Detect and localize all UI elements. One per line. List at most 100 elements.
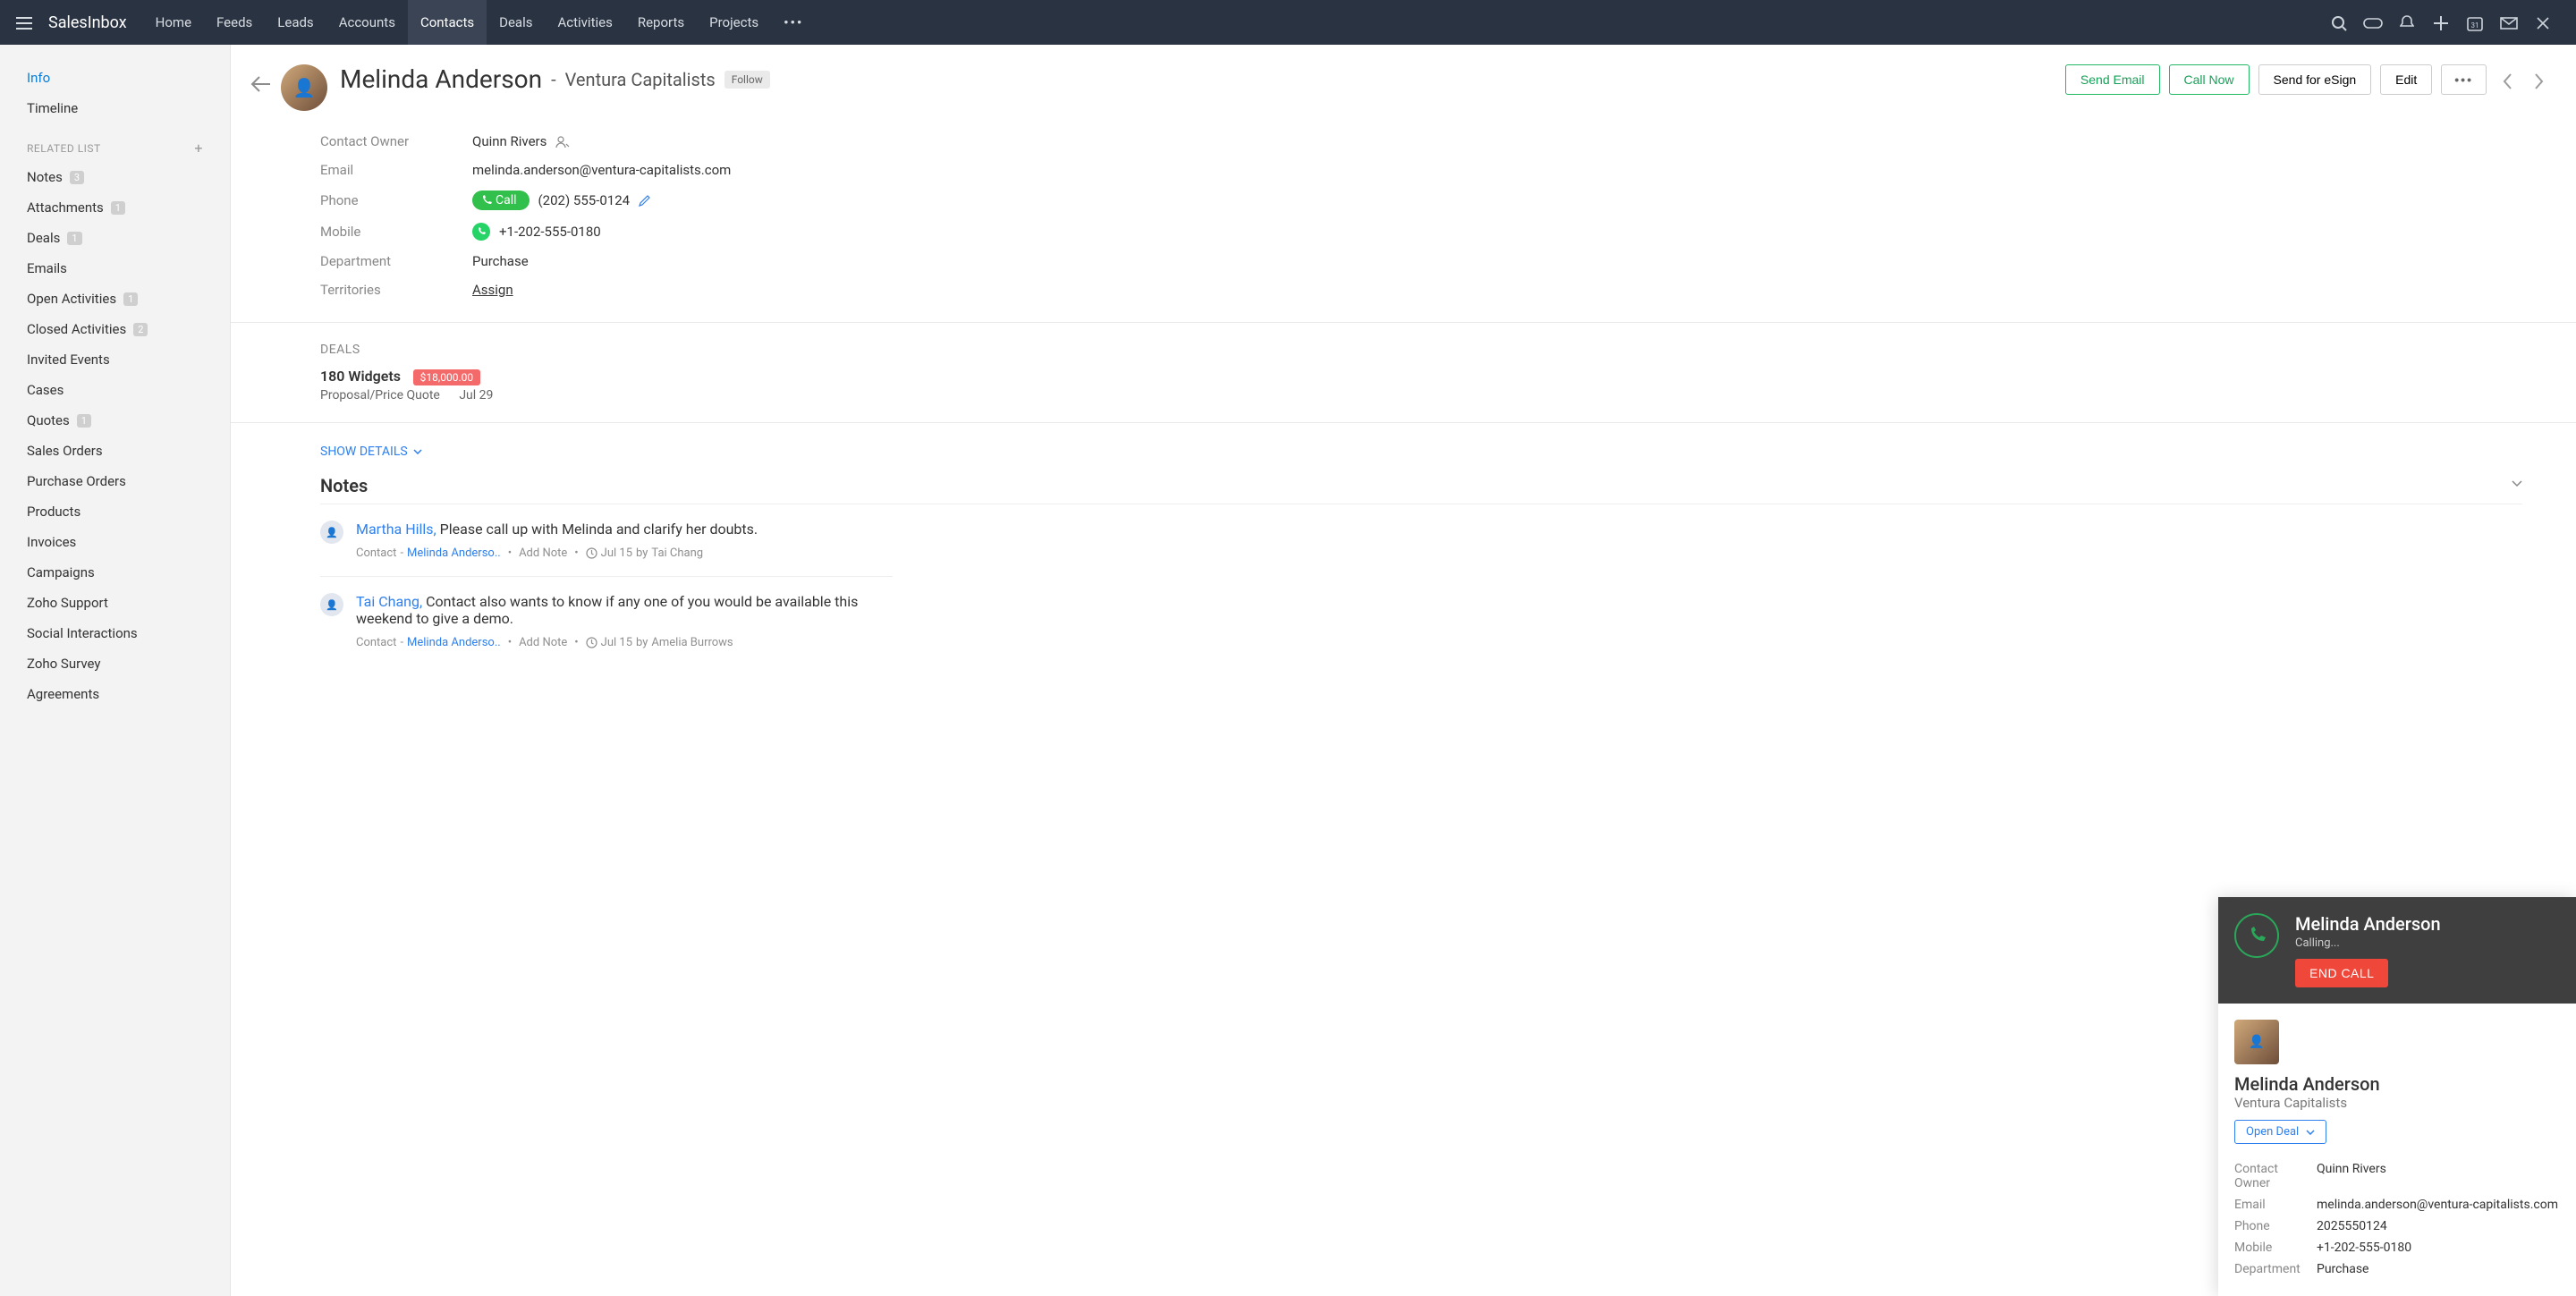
cp-val-mobile: +1-202-555-0180 (2317, 1241, 2411, 1255)
sidebar-item-invited-events[interactable]: Invited Events (0, 344, 230, 375)
more-actions-button[interactable]: ••• (2441, 64, 2487, 95)
call-contact-name: Melinda Anderson (2295, 913, 2560, 935)
sidebar-item-notes[interactable]: Notes 3 (0, 162, 230, 192)
add-note-link[interactable]: Add Note (519, 546, 567, 560)
ellipsis-icon: ••• (784, 14, 803, 30)
field-value-phone: (202) 555-0124 (538, 192, 631, 208)
cp-val-phone: 2025550124 (2317, 1219, 2387, 1233)
follow-button[interactable]: Follow (724, 71, 770, 89)
title-dash: - (551, 69, 556, 90)
sidebar-item-social-interactions[interactable]: Social Interactions (0, 618, 230, 648)
tools-icon[interactable] (2526, 13, 2560, 32)
sidebar-item-info[interactable]: Info (0, 63, 230, 93)
nav-item-activities[interactable]: Activities (545, 0, 624, 45)
nav-item-reports[interactable]: Reports (625, 0, 697, 45)
sidebar-item-zoho-support[interactable]: Zoho Support (0, 588, 230, 618)
plus-icon[interactable] (2424, 13, 2458, 32)
sidebar-item-label: Cases (27, 382, 64, 398)
call-panel-company: Ventura Capitalists (2234, 1095, 2560, 1111)
end-call-button[interactable]: END CALL (2295, 959, 2388, 987)
send-email-button[interactable]: Send Email (2065, 64, 2160, 95)
menu-icon[interactable] (16, 14, 32, 30)
sidebar-item-label: Open Activities (27, 291, 116, 307)
calendar-icon[interactable]: 31 (2458, 13, 2492, 32)
sidebar-item-agreements[interactable]: Agreements (0, 679, 230, 709)
whatsapp-icon[interactable] (472, 223, 490, 241)
note-text: Please call up with Melinda and clarify … (440, 521, 758, 538)
sidebar-related-heading: RELATED LIST + (0, 123, 230, 162)
ellipsis-icon: ••• (2454, 72, 2473, 87)
note-date: Jul 15 (601, 636, 632, 649)
sidebar-item-timeline[interactable]: Timeline (0, 93, 230, 123)
gamepad-icon[interactable] (2356, 13, 2390, 32)
add-related-icon[interactable]: + (194, 140, 203, 157)
note-author[interactable]: Tai Chang, (356, 593, 426, 610)
sidebar-badge: 3 (70, 171, 84, 184)
note-byname: Tai Chang (651, 546, 703, 560)
call-pill-label: Call (496, 193, 517, 208)
mail-icon[interactable] (2492, 13, 2526, 32)
sidebar-item-attachments[interactable]: Attachments1 (0, 192, 230, 223)
sidebar-item-cases[interactable]: Cases (0, 375, 230, 405)
nav-item-accounts[interactable]: Accounts (326, 0, 408, 45)
call-panel-avatar: 👤 (2234, 1020, 2279, 1064)
nav-item-deals[interactable]: Deals (487, 0, 545, 45)
send-esign-button[interactable]: Send for eSign (2258, 64, 2372, 95)
next-record-icon[interactable] (2528, 69, 2551, 90)
bell-icon[interactable] (2390, 13, 2424, 32)
sidebar: InfoTimeline RELATED LIST + Notes 3 Attach… (0, 45, 231, 1296)
search-icon[interactable] (2322, 13, 2356, 32)
open-deal-button[interactable]: Open Deal (2234, 1120, 2326, 1144)
sidebar-item-purchase-orders[interactable]: Purchase Orders (0, 466, 230, 496)
header-actions: Send Email Call Now Send for eSign Edit … (2065, 64, 2551, 95)
sidebar-item-label: Closed Activities (27, 321, 126, 337)
sidebar-item-deals[interactable]: Deals1 (0, 223, 230, 253)
call-now-button[interactable]: Call Now (2169, 64, 2250, 95)
owner-lookup-icon[interactable] (555, 133, 570, 149)
field-value-email: melinda.anderson@ventura-capitalists.com (472, 162, 731, 178)
note-rel-label: Contact (356, 636, 396, 649)
assign-territory-link[interactable]: Assign (472, 282, 513, 298)
call-pill-button[interactable]: Call (472, 191, 530, 210)
note-byname: Amelia Burrows (651, 636, 733, 649)
call-status: Calling... (2295, 936, 2560, 950)
nav-item-projects[interactable]: Projects (697, 0, 771, 45)
call-ring-icon (2234, 913, 2279, 958)
sidebar-item-zoho-survey[interactable]: Zoho Survey (0, 648, 230, 679)
sidebar-item-quotes[interactable]: Quotes1 (0, 405, 230, 436)
nav-more[interactable]: ••• (771, 0, 816, 45)
chevron-down-icon (2306, 1130, 2315, 1135)
note-rel-link[interactable]: Melinda Anderso.. (407, 636, 501, 649)
sidebar-item-label: Attachments (27, 199, 104, 216)
sidebar-item-label: Notes (27, 169, 63, 185)
deal-name[interactable]: 180 Widgets (320, 368, 401, 385)
add-note-link[interactable]: Add Note (519, 636, 567, 649)
note-author[interactable]: Martha Hills, (356, 521, 440, 538)
sidebar-item-emails[interactable]: Emails (0, 253, 230, 284)
open-deal-label: Open Deal (2246, 1125, 2299, 1139)
notes-collapse-icon[interactable] (2512, 475, 2522, 491)
sidebar-item-label: Products (27, 504, 80, 520)
note-rel-link[interactable]: Melinda Anderso.. (407, 546, 501, 560)
sidebar-item-invoices[interactable]: Invoices (0, 527, 230, 557)
nav-item-home[interactable]: Home (143, 0, 204, 45)
sidebar-item-products[interactable]: Products (0, 496, 230, 527)
phone-icon (481, 195, 492, 206)
show-details-link[interactable]: SHOW DETAILS (320, 445, 422, 459)
sidebar-item-open-activities[interactable]: Open Activities1 (0, 284, 230, 314)
field-value-owner: Quinn Rivers (472, 133, 547, 149)
sidebar-item-campaigns[interactable]: Campaigns (0, 557, 230, 588)
edit-button[interactable]: Edit (2380, 64, 2432, 95)
back-arrow-icon[interactable] (250, 70, 270, 95)
field-label-owner: Contact Owner (320, 133, 472, 149)
nav-item-contacts[interactable]: Contacts (408, 0, 487, 45)
sidebar-item-sales-orders[interactable]: Sales Orders (0, 436, 230, 466)
nav-item-feeds[interactable]: Feeds (204, 0, 265, 45)
edit-phone-icon[interactable] (639, 193, 651, 208)
nav-item-leads[interactable]: Leads (265, 0, 326, 45)
prev-record-icon[interactable] (2496, 69, 2519, 90)
sidebar-item-closed-activities[interactable]: Closed Activities2 (0, 314, 230, 344)
field-label-mobile: Mobile (320, 224, 472, 240)
sidebar-item-label: Purchase Orders (27, 473, 126, 489)
contact-company: Ventura Capitalists (565, 69, 716, 90)
